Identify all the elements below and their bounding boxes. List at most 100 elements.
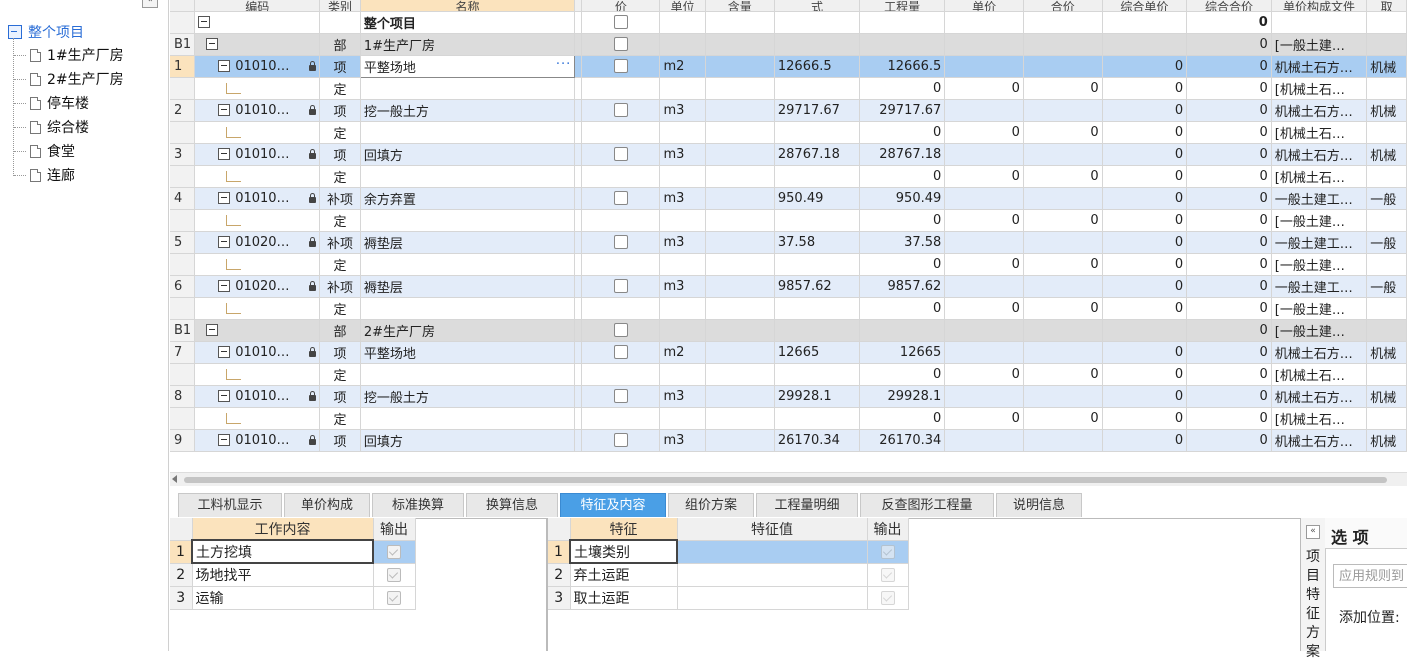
checkbox-cell[interactable] [581, 11, 661, 34]
content-cell[interactable] [705, 319, 775, 342]
fee-cell[interactable] [1366, 121, 1407, 144]
code-cell[interactable]: 01010… [194, 143, 321, 166]
price-cell[interactable] [944, 341, 1024, 364]
total-cell[interactable]: 0 [1186, 385, 1272, 408]
unit-cell[interactable]: m3 [659, 143, 706, 166]
code-cell[interactable] [194, 33, 321, 56]
collapse-toggle-icon[interactable] [218, 236, 231, 248]
row-checkbox[interactable] [613, 37, 628, 51]
unit-price-cell[interactable]: 0 [1102, 55, 1188, 78]
category-cell[interactable]: 补项 [319, 231, 361, 254]
category-cell[interactable] [319, 11, 361, 34]
quantity-cell[interactable]: 37.58 [859, 231, 946, 254]
quantity-cell[interactable]: 12665 [859, 341, 946, 364]
category-cell[interactable]: 项 [319, 55, 361, 78]
work-content-cell[interactable]: 土方挖填 [191, 539, 374, 564]
amount-cell[interactable] [1023, 319, 1103, 342]
total-cell[interactable]: 0 [1186, 209, 1272, 232]
code-cell[interactable] [194, 77, 321, 100]
checkbox-cell[interactable] [581, 231, 661, 254]
column-header[interactable]: 类别 [319, 0, 361, 12]
fee-cell[interactable]: 机械 [1366, 341, 1407, 364]
row-checkbox[interactable] [613, 103, 628, 117]
category-cell[interactable]: 定 [319, 209, 361, 232]
row-number[interactable] [170, 165, 196, 188]
unit-price-cell[interactable]: 0 [1102, 99, 1188, 122]
bill-row[interactable]: 1 01010… 项平整场地 ··· m2 12666.5 12666.5 0 0 机械土石方… 机… [170, 54, 1407, 78]
column-header[interactable]: 含量 [705, 0, 775, 12]
column-header[interactable]: 单位 [659, 0, 706, 12]
row-number[interactable]: 1 [170, 55, 196, 78]
feature-name-cell[interactable]: 取土运距 [570, 586, 678, 610]
price-cell[interactable] [944, 231, 1024, 254]
apply-rule-input[interactable]: 应用规则到 [1333, 564, 1407, 588]
expression-cell[interactable] [774, 407, 861, 430]
expression-cell[interactable]: 9857.62 [774, 275, 861, 298]
output-cell[interactable] [373, 540, 416, 564]
total-cell[interactable]: 0 [1186, 165, 1272, 188]
code-cell[interactable] [194, 209, 321, 232]
unit-price-cell[interactable]: 0 [1102, 341, 1188, 364]
quantity-cell[interactable]: 29928.1 [859, 385, 946, 408]
tab-3[interactable]: 标准换算 [372, 493, 464, 517]
price-cell[interactable]: 0 [944, 407, 1024, 430]
total-cell[interactable]: 0 [1186, 429, 1272, 452]
work-row[interactable]: 1 土方挖填 [170, 539, 416, 564]
content-cell[interactable] [705, 209, 775, 232]
fee-cell[interactable] [1366, 165, 1407, 188]
feature-column-header[interactable]: 特征 [570, 518, 678, 541]
amount-cell[interactable] [1023, 187, 1103, 210]
unit-price-cell[interactable] [1102, 33, 1188, 56]
unit-price-cell[interactable]: 0 [1102, 143, 1188, 166]
output-checkbox[interactable] [880, 567, 895, 582]
row-checkbox[interactable] [613, 235, 628, 249]
work-column-header[interactable]: 输出 [373, 518, 416, 541]
feature-value-cell[interactable] [677, 563, 868, 587]
expression-cell[interactable] [774, 165, 861, 188]
checkbox-cell[interactable] [581, 143, 661, 166]
bill-row[interactable]: 3 01010… 项回填方 m3 28767.18 28767.18 0 0 机械土石方… 机械 [170, 143, 1407, 166]
amount-cell[interactable] [1023, 429, 1103, 452]
row-number[interactable] [170, 209, 196, 232]
row-checkbox[interactable] [613, 345, 628, 359]
fee-cell[interactable] [1366, 209, 1407, 232]
total-cell[interactable]: 0 [1186, 341, 1272, 364]
feature-value-cell[interactable] [677, 540, 868, 564]
name-cell[interactable]: 回填方 [360, 143, 576, 166]
content-cell[interactable] [705, 99, 775, 122]
price-file-cell[interactable]: [机械土石… [1271, 121, 1368, 144]
content-cell[interactable] [705, 121, 775, 144]
column-header[interactable]: 单价 [944, 0, 1024, 12]
checkbox-cell[interactable] [581, 429, 661, 452]
code-cell[interactable]: 01010… [194, 385, 321, 408]
unit-cell[interactable] [659, 77, 706, 100]
row-checkbox[interactable] [613, 279, 628, 293]
column-header[interactable]: 编码 [194, 0, 321, 12]
checkbox-cell[interactable] [581, 363, 661, 386]
checkbox-cell[interactable] [581, 55, 661, 78]
column-header[interactable]: 式 [774, 0, 861, 12]
total-cell[interactable]: 0 [1186, 55, 1272, 78]
fee-cell[interactable] [1366, 33, 1407, 56]
price-file-cell[interactable] [1271, 11, 1368, 34]
name-cell[interactable]: 挖一般土方 [360, 385, 576, 408]
price-cell[interactable] [944, 33, 1024, 56]
row-number[interactable]: 4 [170, 187, 196, 210]
price-cell[interactable]: 0 [944, 77, 1024, 100]
row-number[interactable]: B1 [170, 319, 196, 342]
checkbox-cell[interactable] [581, 253, 661, 276]
quantity-cell[interactable]: 26170.34 [859, 429, 946, 452]
total-cell[interactable]: 0 [1186, 363, 1272, 386]
name-cell[interactable]: 褥垫层 [360, 231, 576, 254]
feature-column-header[interactable]: 输出 [867, 518, 909, 541]
fee-cell[interactable] [1366, 319, 1407, 342]
column-header[interactable]: 综合合价 [1186, 0, 1272, 12]
name-cell[interactable] [360, 121, 576, 144]
amount-cell[interactable] [1023, 99, 1103, 122]
collapse-toggle-icon[interactable] [218, 346, 231, 358]
quantity-cell[interactable]: 0 [859, 121, 946, 144]
output-checkbox[interactable] [387, 567, 401, 582]
content-cell[interactable] [705, 385, 775, 408]
expression-cell[interactable] [774, 77, 861, 100]
category-cell[interactable]: 定 [319, 363, 361, 386]
